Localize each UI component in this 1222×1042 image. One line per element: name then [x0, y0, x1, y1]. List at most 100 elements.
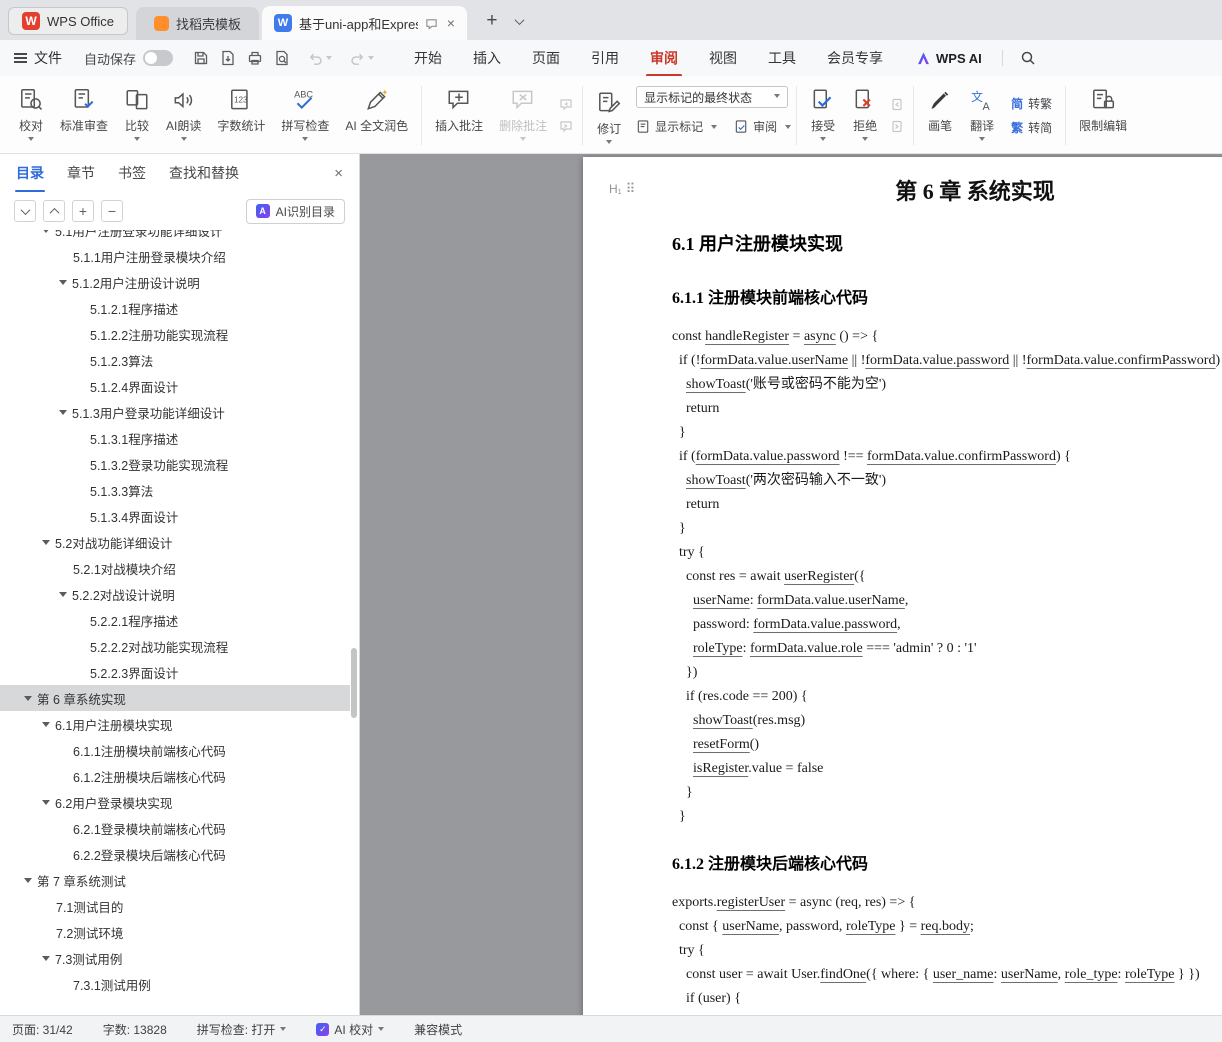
ink-pen-button[interactable]: 画笔	[919, 81, 961, 150]
menu-tab-6[interactable]: 工具	[768, 48, 796, 68]
proofread-button[interactable]: 校对	[10, 81, 52, 150]
spell-check-button[interactable]: ABC 拼写检查	[273, 81, 337, 150]
toc-item[interactable]: 5.1.3.2登录功能实现流程	[0, 451, 350, 477]
new-tab-button[interactable]: +	[479, 8, 505, 34]
document-tab[interactable]: W 基于uni-app和Express的问 ×	[261, 6, 467, 40]
redo-button[interactable]	[349, 51, 375, 66]
track-changes-button[interactable]: 修订	[588, 84, 630, 147]
expand-triangle-icon[interactable]	[42, 230, 50, 237]
toc-item[interactable]: 第 6 章系统实现	[0, 685, 350, 711]
toc-item[interactable]: 6.2.1登录模块前端核心代码	[0, 815, 350, 841]
toc-item[interactable]: 7.1测试目的	[0, 893, 350, 919]
toc-item[interactable]: 第 7 章系统测试	[0, 867, 350, 893]
print-icon[interactable]	[247, 50, 263, 66]
toc-item[interactable]: 5.1.3用户登录功能详细设计	[0, 399, 350, 425]
comment-bubble-icon[interactable]	[425, 17, 438, 30]
toc-item[interactable]: 5.2.1对战模块介绍	[0, 555, 350, 581]
review-pane-button[interactable]: 审阅	[734, 118, 792, 135]
expand-triangle-icon[interactable]	[59, 409, 67, 419]
docer-template-tab[interactable]: 找稻壳模板	[135, 7, 259, 40]
previous-revision-icon[interactable]	[890, 98, 904, 111]
sidebar-tab-find-replace[interactable]: 查找和替换	[169, 163, 239, 183]
save-icon[interactable]	[193, 50, 209, 66]
toc-item[interactable]: 6.1用户注册模块实现	[0, 711, 350, 737]
word-count-button[interactable]: 123 字数统计	[209, 81, 273, 150]
expand-all-button[interactable]: +	[72, 200, 94, 222]
close-tab-icon[interactable]: ×	[445, 15, 457, 31]
markup-state-select[interactable]: 显示标记的最终状态	[636, 86, 789, 108]
reject-revision-button[interactable]: 拒绝	[844, 81, 886, 150]
ai-read-aloud-button[interactable]: AI朗读	[158, 81, 209, 150]
toc-item[interactable]: 5.1.3.3算法	[0, 477, 350, 503]
toc-item[interactable]: 7.3测试用例	[0, 945, 350, 971]
toc-item[interactable]: 6.1.1注册模块前端核心代码	[0, 737, 350, 763]
undo-button[interactable]	[307, 51, 333, 66]
toc-item[interactable]: 5.2对战功能详细设计	[0, 529, 350, 555]
toc-item[interactable]: 5.1.2.1程序描述	[0, 295, 350, 321]
collapse-heading-button[interactable]	[14, 200, 36, 222]
toc-item[interactable]: 6.1.2注册模块后端核心代码	[0, 763, 350, 789]
export-pdf-icon[interactable]	[220, 50, 236, 66]
menu-tab-7[interactable]: 会员专享	[827, 48, 883, 68]
to-simplified-button[interactable]: 繁 转简	[1011, 119, 1052, 136]
next-comment-icon[interactable]	[559, 120, 573, 133]
toc-item[interactable]: 5.1.3.4界面设计	[0, 503, 350, 529]
standard-review-button[interactable]: 标准审查	[52, 81, 116, 150]
menu-tab-5[interactable]: 视图	[709, 48, 737, 68]
accept-revision-button[interactable]: 接受	[802, 81, 844, 150]
expand-triangle-icon[interactable]	[42, 799, 50, 809]
toc-item[interactable]: 5.2.2.2对战功能实现流程	[0, 633, 350, 659]
toc-item[interactable]: 5.2.2.3界面设计	[0, 659, 350, 685]
menu-tab-0[interactable]: 开始	[414, 48, 442, 68]
expand-triangle-icon[interactable]	[59, 591, 67, 601]
file-menu-button[interactable]: 文件	[14, 48, 62, 68]
compare-button[interactable]: 比较	[116, 81, 158, 150]
sidebar-tab-bookmarks[interactable]: 书签	[118, 163, 146, 183]
delete-comment-button[interactable]: 删除批注	[491, 81, 555, 150]
to-traditional-button[interactable]: 简 转繁	[1011, 95, 1052, 112]
autosave-toggle[interactable]	[143, 50, 174, 66]
expand-triangle-icon[interactable]	[42, 721, 50, 731]
next-revision-icon[interactable]	[890, 120, 904, 133]
search-icon[interactable]	[1020, 50, 1036, 66]
toc-item[interactable]: 6.2.2登录模块后端核心代码	[0, 841, 350, 867]
toc-item[interactable]: 7.2测试环境	[0, 919, 350, 945]
ai-proofread-status[interactable]: ✓ AI 校对	[316, 1021, 385, 1038]
previous-comment-icon[interactable]	[559, 98, 573, 111]
wps-home-tab[interactable]: W WPS Office	[8, 7, 128, 35]
expand-heading-button[interactable]	[43, 200, 65, 222]
translate-button[interactable]: 文A 翻译	[961, 81, 1003, 150]
expand-triangle-icon[interactable]	[24, 695, 32, 705]
wps-ai-button[interactable]: WPS AI	[916, 51, 982, 66]
close-sidebar-icon[interactable]: ×	[334, 165, 343, 182]
toc-item[interactable]: 5.1.1用户注册登录模块介绍	[0, 243, 350, 269]
restrict-editing-button[interactable]: 限制编辑	[1071, 81, 1135, 150]
expand-triangle-icon[interactable]	[42, 539, 50, 549]
expand-triangle-icon[interactable]	[59, 279, 67, 289]
toc-item[interactable]: 5.1.2用户注册设计说明	[0, 269, 350, 295]
heading-drag-handle[interactable]: H₁ ⠿	[609, 181, 635, 197]
sidebar-scrollbar[interactable]	[351, 648, 357, 718]
toc-item[interactable]: 5.1.2.2注册功能实现流程	[0, 321, 350, 347]
print-preview-icon[interactable]	[274, 50, 290, 66]
compat-mode-indicator[interactable]: 兼容模式	[414, 1021, 462, 1038]
toc-item[interactable]: 5.1用户注册登录功能详细设计	[0, 230, 350, 243]
tab-list-chevron-icon[interactable]	[509, 10, 531, 32]
insert-comment-button[interactable]: 插入批注	[427, 81, 491, 150]
menu-tab-1[interactable]: 插入	[473, 48, 501, 68]
document-canvas[interactable]: H₁ ⠿ 第 6 章 系统实现 6.1 用户注册模块实现 6.1.1 注册模块前…	[361, 154, 1222, 1015]
ai-recognize-toc-button[interactable]: A AI识别目录	[245, 198, 345, 224]
toc-item[interactable]: 6.2用户登录模块实现	[0, 789, 350, 815]
collapse-all-button[interactable]: −	[101, 200, 123, 222]
sidebar-tab-chapters[interactable]: 章节	[67, 163, 95, 183]
menu-tab-2[interactable]: 页面	[532, 48, 560, 68]
toc-item[interactable]: 5.2.2.1程序描述	[0, 607, 350, 633]
toc-item[interactable]: 5.1.3.1程序描述	[0, 425, 350, 451]
toc-item[interactable]: 5.1.2.3算法	[0, 347, 350, 373]
toc-item[interactable]: 5.2.2对战设计说明	[0, 581, 350, 607]
sidebar-tab-toc[interactable]: 目录	[16, 163, 44, 183]
menu-tab-3[interactable]: 引用	[591, 48, 619, 68]
expand-triangle-icon[interactable]	[24, 877, 32, 887]
ai-polish-button[interactable]: AI 全文润色	[337, 81, 416, 150]
show-markup-button[interactable]: 显示标记	[636, 118, 718, 135]
